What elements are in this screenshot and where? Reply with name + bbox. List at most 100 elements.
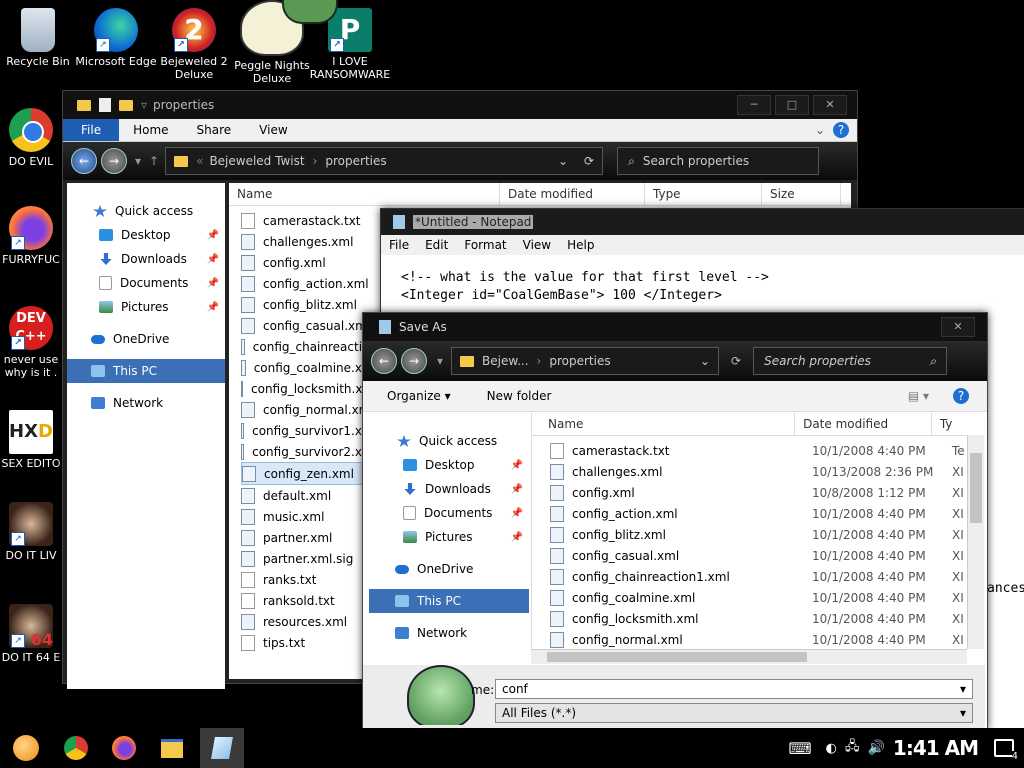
column-type[interactable]: Type [645,183,762,205]
pin-icon[interactable]: 📌 [511,484,523,495]
horizontal-scrollbar[interactable] [531,649,967,664]
nav-downloads[interactable]: Downloads 📌 [67,247,225,271]
file-row[interactable]: config_chainreaction1.xml 10/1/2008 4:40 … [550,566,968,587]
filename-input[interactable]: conf ▾ [495,679,973,699]
file-row[interactable]: config_casual.xml [241,315,377,336]
desktop-icon-bejeweled[interactable]: 2 ↗ Bejeweled 2 Deluxe [152,8,236,81]
minimize-button[interactable]: ─ [737,95,771,115]
file-row[interactable]: camerastack.txt [241,210,377,231]
address-dropdown-icon[interactable]: ⌄ [700,354,710,368]
pin-icon[interactable]: 📌 [207,278,219,289]
file-row[interactable]: config_coalmine.xml [241,357,377,378]
nav-pictures[interactable]: Pictures 📌 [67,295,225,319]
file-row[interactable]: partner.xml.sig [241,548,377,569]
nav-pictures[interactable]: Pictures 📌 [369,525,529,549]
breadcrumb-bejeweled[interactable]: Bejew... [482,354,529,368]
file-row[interactable]: tips.txt [241,632,377,653]
file-row[interactable]: camerastack.txt 10/1/2008 4:40 PM Te [550,440,968,461]
file-row[interactable]: config_normal.xml 10/1/2008 4:40 PM XI [550,629,968,649]
menu-file[interactable]: File [381,238,417,252]
file-row[interactable]: config.xml [241,252,377,273]
nav-network[interactable]: Network [369,621,529,645]
nav-documents[interactable]: Documents 📌 [369,501,529,525]
refresh-icon[interactable]: ⟳ [584,154,594,168]
help-icon[interactable]: ? [953,388,969,404]
notepad-titlebar[interactable]: *Untitled - Notepad [381,209,1024,235]
scroll-thumb[interactable] [547,652,807,662]
ribbon-tab-share[interactable]: Share [183,119,246,141]
close-button[interactable]: ✕ [941,317,975,337]
view-options-icon[interactable]: ▤ ▾ [908,389,929,403]
file-row[interactable]: config_blitz.xml 10/1/2008 4:40 PM XI [550,524,968,545]
taskbar-firefox[interactable] [104,728,144,768]
column-date-modified[interactable]: Date modified [795,413,932,435]
desktop-icon-do-it-64[interactable]: 64 ↗ DO IT 64 E [0,604,66,664]
desktop-icon-hxd[interactable]: HXD SEX EDITO [0,410,66,470]
forward-button[interactable]: → [401,348,427,374]
file-row[interactable]: config_chainreaction [241,336,377,357]
recent-dropdown-icon[interactable]: ▾ [437,354,443,368]
desktop-icon-devcpp[interactable]: DEV C++ ↗ never use why is it . [0,306,66,379]
file-row[interactable]: config_survivor2.xml [241,441,377,462]
desktop-icon-recycle-bin[interactable]: Recycle Bin [0,8,80,68]
notepad-text-area[interactable]: <!-- what is the value for that first le… [381,255,1024,313]
nav-onedrive[interactable]: OneDrive [67,327,225,351]
column-date-modified[interactable]: Date modified [500,183,645,205]
breadcrumb-properties[interactable]: properties [549,354,610,368]
properties-icon[interactable] [99,98,111,112]
ribbon-tab-view[interactable]: View [245,119,301,141]
file-row[interactable]: music.xml [241,506,377,527]
file-row[interactable]: config_coalmine.xml 10/1/2008 4:40 PM XI [550,587,968,608]
column-size[interactable]: Size [762,183,841,205]
address-field[interactable]: « Bejeweled Twist › properties ⌄ ⟳ [165,147,604,175]
menu-edit[interactable]: Edit [417,238,456,252]
file-row[interactable]: challenges.xml 10/13/2008 2:36 PM XI [550,461,968,482]
save-as-dialog[interactable]: Save As ✕ ← → ▾ Bejew... › properties ⌄ … [362,312,988,730]
pin-icon[interactable]: 📌 [207,254,219,265]
column-name[interactable]: Name [229,183,500,205]
vertical-scrollbar[interactable] [967,435,984,649]
close-button[interactable]: ✕ [813,95,847,115]
new-folder-icon[interactable] [119,99,133,111]
file-row[interactable]: ranksold.txt [241,590,377,611]
recent-dropdown-icon[interactable]: ▾ [135,154,141,168]
nav-desktop[interactable]: Desktop 📌 [369,453,529,477]
pin-icon[interactable]: 📌 [511,508,523,519]
file-row[interactable]: config_survivor1.xml [241,420,377,441]
up-button[interactable]: ↑ [149,154,159,168]
desktop-icon-furryfuc[interactable]: ↗ FURRYFUC [0,206,66,266]
network-icon[interactable]: 🖧 [845,737,860,759]
desktop-icon-edge[interactable]: ↗ Microsoft Edge [74,8,158,68]
pin-icon[interactable]: 📌 [207,230,219,241]
desktop-icon-do-it-live[interactable]: ↗ DO IT LIV [0,502,66,562]
back-button[interactable]: ← [71,148,97,174]
nav-quick-access[interactable]: Quick access [369,429,529,453]
organize-button[interactable]: Organize ▾ [387,389,451,403]
file-row[interactable]: resources.xml [241,611,377,632]
file-row[interactable]: config_action.xml [241,273,377,294]
nav-documents[interactable]: Documents 📌 [67,271,225,295]
menu-help[interactable]: Help [559,238,602,252]
maximize-button[interactable]: □ [775,95,809,115]
nav-downloads[interactable]: Downloads 📌 [369,477,529,501]
notifications-button[interactable]: 4 [990,734,1018,762]
file-row[interactable]: default.xml [241,485,377,506]
file-row[interactable]: config_casual.xml 10/1/2008 4:40 PM XI [550,545,968,566]
filename-dropdown-icon[interactable]: ▾ [960,680,966,698]
save-as-titlebar[interactable]: Save As ✕ [363,313,987,341]
keyboard-icon[interactable]: ⌨ [789,739,812,758]
file-type-select[interactable]: All Files (*.*) ▾ [495,703,973,723]
pin-icon[interactable]: 📌 [207,302,219,313]
file-row[interactable]: config_normal.xml [241,399,377,420]
breadcrumb-properties[interactable]: properties [325,154,386,168]
ribbon-tab-file[interactable]: File [63,119,120,141]
back-button[interactable]: ← [371,348,397,374]
pin-icon[interactable]: 📌 [511,460,523,471]
taskbar-file-explorer[interactable] [152,728,192,768]
breadcrumb-bejeweled-twist[interactable]: Bejeweled Twist [209,154,304,168]
forward-button[interactable]: → [101,148,127,174]
volume-icon[interactable]: 🔊 [867,740,884,756]
column-type[interactable]: Ty [932,413,968,435]
file-row[interactable]: config_blitz.xml [241,294,377,315]
nav-onedrive[interactable]: OneDrive [369,557,529,581]
